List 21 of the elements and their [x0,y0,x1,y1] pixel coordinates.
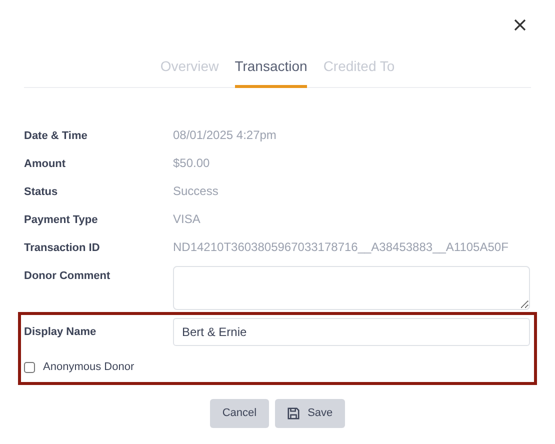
display-name-field[interactable]: Bert & Ernie [173,318,530,346]
field-label: Donor Comment [24,269,112,284]
donor-comment-field[interactable] [173,266,530,310]
cancel-button[interactable]: Cancel [210,398,269,428]
field-label: Status [24,185,59,200]
close-icon [513,18,527,32]
field-label: Payment Type [24,213,99,228]
checkbox-label: Anonymous Donor [43,360,134,375]
anonymous-checkbox[interactable] [24,362,35,373]
close-button[interactable] [513,18,527,32]
field-value: VISA [173,211,200,228]
field-label: Amount [24,157,67,172]
tab[interactable]: Transaction [234,56,308,88]
field-value: 08/01/2025 4:27pm [173,127,276,144]
field-label: Date & Time [24,129,88,144]
field-value: ND14210T3603805967033178716__A38453883__A1105A50F [173,239,508,256]
field-label: Transaction ID [24,241,101,256]
field-value: $50.00 [173,155,210,172]
save-button[interactable]: Save [274,398,345,428]
field-label: Display Name [24,324,98,340]
field-value: Success [173,183,218,200]
